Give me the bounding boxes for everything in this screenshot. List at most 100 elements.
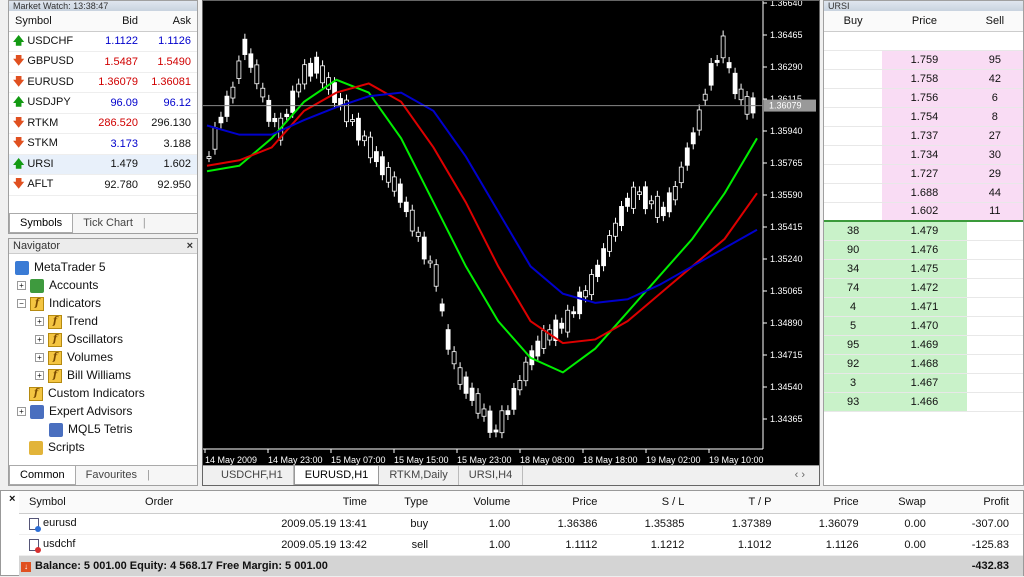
col-price[interactable]: Price [524, 491, 612, 514]
table-row[interactable]: 🡅 USDJPY 96.09 96.12 [9, 92, 197, 114]
sell-row[interactable]: 1.688 44 [824, 183, 1023, 203]
expand-icon[interactable]: + [17, 407, 26, 417]
candle-body [242, 38, 248, 55]
expand-icon[interactable]: + [35, 335, 44, 345]
tree-item[interactable]: + Expert Advisors [17, 402, 132, 420]
tree-item[interactable]: + f Trend [35, 312, 98, 330]
buy-row[interactable]: 34 1.475 [824, 259, 1023, 279]
tab-chart-rtkm[interactable]: RTKM,Daily [379, 466, 459, 485]
tab-symbols[interactable]: Symbols [9, 214, 74, 233]
tab-favourites[interactable]: Favourites [76, 466, 147, 485]
position-row[interactable]: usdchf 2009.05.19 13:42 sell 1.00 1.1112 1.12… [19, 534, 1023, 556]
expand-icon[interactable]: + [35, 353, 44, 363]
col-type[interactable]: Type [380, 491, 443, 514]
col-volume[interactable]: Volume [442, 491, 525, 514]
tree-item[interactable]: MetaTrader 5 [15, 258, 106, 276]
candle-body [499, 410, 505, 434]
tree-item[interactable]: + f Volumes [35, 348, 113, 366]
candle-body [648, 200, 654, 205]
table-row[interactable]: 🡅 URSI 1.479 1.602 [9, 154, 197, 175]
arrow-up-icon: 🡅 [13, 157, 25, 170]
candle-body [433, 264, 439, 287]
tab-chart-ursi[interactable]: URSI,H4 [459, 466, 524, 485]
buy-row[interactable]: 38 1.479 [824, 221, 1023, 241]
buy-row[interactable]: 5 1.470 [824, 316, 1023, 336]
tab-chart-eurusd[interactable]: EURUSD,H1 [293, 466, 380, 485]
close-icon[interactable]: × [9, 493, 15, 505]
expand-icon[interactable]: + [17, 281, 26, 291]
sell-row[interactable]: 1.754 8 [824, 107, 1023, 127]
sell-cell [966, 278, 1023, 298]
buy-row[interactable]: 90 1.476 [824, 240, 1023, 260]
sell-row[interactable]: 1.759 95 [824, 50, 1023, 70]
chart-window[interactable]: 1.36640 1.36465 1.36290 1.36115 1.35940 1.357… [202, 0, 820, 486]
buy-volume-cell: 3 [824, 373, 883, 393]
buy-volume-cell: 92 [824, 354, 883, 374]
buy-row[interactable]: 93 1.466 [824, 392, 1023, 412]
buy-row[interactable]: 3 1.467 [824, 373, 1023, 393]
tab-common[interactable]: Common [9, 466, 76, 485]
col-sl[interactable]: S / L [611, 491, 699, 514]
tree-item[interactable]: + Accounts [17, 276, 98, 294]
col-swap[interactable]: Swap [872, 491, 940, 514]
symbol-name: RTKM [27, 116, 59, 129]
sell-volume-cell: 11 [966, 202, 1023, 222]
buy-row[interactable]: 95 1.469 [824, 335, 1023, 355]
tree-item[interactable]: + f Oscillators [35, 330, 123, 348]
arrow-down-icon: 🡇 [13, 137, 25, 150]
col-symbol[interactable]: Symbol [19, 491, 136, 514]
order-cell [135, 513, 220, 535]
tree-item[interactable]: + f Bill Williams [35, 366, 131, 384]
market-watch-tabs: Symbols Tick Chart | [9, 213, 197, 233]
candle-body [445, 329, 451, 350]
close-icon[interactable]: × [187, 239, 193, 253]
table-row[interactable]: 🡅 USDCHF 1.1122 1.1126 [9, 31, 197, 52]
sell-row[interactable]: 1.758 42 [824, 69, 1023, 89]
sell-row[interactable]: 1.727 29 [824, 164, 1023, 184]
col-current-price[interactable]: Price [785, 491, 873, 514]
sell-row[interactable]: 1.734 30 [824, 145, 1023, 165]
col-time[interactable]: Time [219, 491, 381, 514]
tree-item[interactable]: MQL5 Tetris [49, 420, 132, 438]
symbol-name: eurusd [43, 517, 77, 530]
tab-tick-chart[interactable]: Tick Chart [73, 214, 143, 233]
col-ask[interactable]: Ask [143, 11, 197, 32]
sell-row[interactable]: 1.737 27 [824, 126, 1023, 146]
tree-item[interactable]: f Custom Indicators [29, 384, 145, 402]
symbol-cell: 🡇 RTKM [9, 113, 91, 134]
green-moving-average-line [206, 78, 758, 374]
table-row[interactable]: 🡇 EURUSD 1.36079 1.36081 [9, 72, 197, 93]
candle-body [535, 340, 541, 357]
candle-body [290, 90, 296, 113]
expand-icon[interactable]: + [35, 371, 44, 381]
arrow-up-icon: 🡅 [13, 34, 25, 47]
price-tick-label: 1.35415 [770, 222, 803, 232]
col-order[interactable]: Order [135, 491, 220, 514]
sell-volume-cell: 42 [966, 69, 1023, 89]
col-tp[interactable]: T / P [698, 491, 786, 514]
tree-item[interactable]: Scripts [29, 438, 85, 456]
sell-row[interactable]: 1.602 11 [824, 202, 1023, 222]
candle-body [577, 291, 583, 315]
table-row[interactable]: 🡇 STKM 3.173 3.188 [9, 133, 197, 155]
table-row[interactable]: 🡇 GBPUSD 1.5487 1.5490 [9, 51, 197, 73]
buy-row[interactable]: 74 1.472 [824, 278, 1023, 298]
collapse-icon[interactable]: − [17, 299, 26, 309]
price-cell: 1.470 [882, 316, 967, 336]
tab-scroll-arrows-icon[interactable]: ‹ › [795, 469, 805, 481]
table-row[interactable]: 🡇 RTKM 286.520 296.130 [9, 113, 197, 134]
expand-icon[interactable]: + [35, 317, 44, 327]
buy-row[interactable]: 92 1.468 [824, 354, 1023, 374]
price-chart[interactable]: 1.366401.364651.362901.361151.359401.357… [203, 0, 819, 466]
price-cell: 1.479 [882, 221, 967, 241]
position-row[interactable]: eurusd 2009.05.19 13:41 buy 1.00 1.36386 1.35… [19, 513, 1023, 535]
sell-row[interactable]: 1.756 6 [824, 88, 1023, 108]
col-bid[interactable]: Bid [90, 11, 144, 32]
candle-body [356, 117, 361, 141]
buy-row[interactable]: 4 1.471 [824, 297, 1023, 317]
table-row[interactable]: 🡇 AFLT 92.780 92.950 [9, 174, 197, 196]
col-symbol[interactable]: Symbol [9, 11, 91, 32]
tab-chart-usdchf[interactable]: USDCHF,H1 [211, 466, 294, 485]
tree-item[interactable]: − f Indicators [17, 294, 101, 312]
col-profit[interactable]: Profit [939, 491, 1023, 514]
